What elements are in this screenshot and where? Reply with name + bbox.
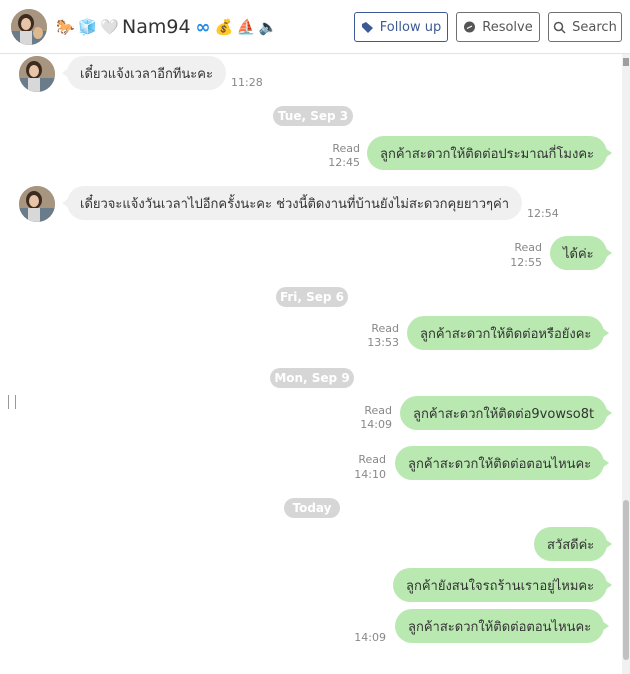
scroll-up-arrow[interactable] [623, 58, 629, 66]
contact-avatar[interactable] [11, 9, 47, 45]
read-status: Read [514, 241, 542, 254]
message-outgoing[interactable]: ได้ค่ะ [550, 236, 612, 270]
sender-avatar [19, 186, 55, 222]
date-separator: Tue, Sep 3 [273, 106, 353, 126]
date-separator: Fri, Sep 6 [276, 287, 348, 307]
tag-icon [361, 21, 373, 33]
message-time: 14:10 [354, 468, 386, 481]
date-separator: Today [284, 498, 340, 518]
resolve-label: Resolve [482, 19, 533, 35]
follow-up-button[interactable]: Follow up [354, 12, 448, 42]
infinity-icon: ∞ [195, 16, 211, 38]
message-incoming[interactable]: เดี๋ยวแจ้งเวลาอีกทีนะคะ [62, 56, 226, 90]
message-time: 12:55 [510, 256, 542, 269]
resize-handle[interactable] [8, 395, 16, 409]
message-outgoing[interactable]: ลูกค้าสะดวกให้ติดต่อตอนไหนคะ [395, 609, 610, 643]
contact-name: Nam94 [122, 16, 191, 38]
read-status: Read [332, 142, 360, 155]
message-incoming[interactable]: เดี๋ยวจะแจ้งวันเวลาไปอีกครั้งนะคะ ช่วงนี… [61, 186, 523, 220]
horse-icon: 🐎 [56, 18, 75, 36]
money-bag-icon: 💰 [214, 18, 234, 36]
message-outgoing[interactable]: ลูกค้ายังสนใจรถร้านเราอยู่ไหมคะ [393, 568, 613, 602]
search-icon [553, 21, 566, 34]
message-time: 12:54 [527, 207, 559, 220]
read-status: Read [358, 453, 386, 466]
message-time: 11:28 [231, 76, 263, 89]
message-outgoing[interactable]: ลูกค้าสะดวกให้ติดต่อหรือยังคะ [407, 316, 610, 350]
sender-avatar [19, 56, 55, 92]
sailboat-icon: ⛵ [236, 18, 256, 36]
date-separator: Mon, Sep 9 [270, 368, 354, 388]
scrollbar-thumb[interactable] [623, 500, 629, 660]
read-status: Read [364, 404, 392, 417]
message-time: 14:09 [360, 418, 392, 431]
message-outgoing[interactable]: ลูกค้าสะดวกให้ติดต่อ9vowso8t [400, 396, 613, 430]
follow-up-label: Follow up [379, 19, 442, 35]
contact-name-row: 🐎 🧊 🤍 Nam94 ∞ 💰 ⛵ 🔈 [56, 14, 277, 40]
message-outgoing[interactable]: ลูกค้าสะดวกให้ติดต่อตอนไหนคะ [395, 446, 610, 480]
white-heart-icon: 🤍 [100, 18, 119, 36]
search-button[interactable]: Search [548, 12, 622, 42]
speaker-icon: 🔈 [258, 18, 278, 36]
resolve-button[interactable]: Resolve [456, 12, 540, 42]
message-list[interactable]: เดี๋ยวแจ้งเวลาอีกทีนะคะ 11:28 Tue, Sep 3… [0, 54, 622, 674]
message-outgoing[interactable]: สวัสดีค่ะ [534, 527, 613, 561]
chat-bubble-icon [464, 21, 476, 32]
search-label: Search [572, 19, 617, 35]
message-time: 13:53 [367, 336, 399, 349]
ice-icon: 🧊 [78, 18, 97, 36]
chat-header: 🐎 🧊 🤍 Nam94 ∞ 💰 ⛵ 🔈 Follow up Resolve Se… [0, 0, 630, 54]
message-time: 14:09 [354, 631, 386, 644]
message-outgoing[interactable]: ลูกค้าสะดวกให้ติดต่อประมาณกี่โมงคะ [367, 136, 613, 170]
message-time: 12:45 [328, 156, 360, 169]
read-status: Read [371, 322, 399, 335]
